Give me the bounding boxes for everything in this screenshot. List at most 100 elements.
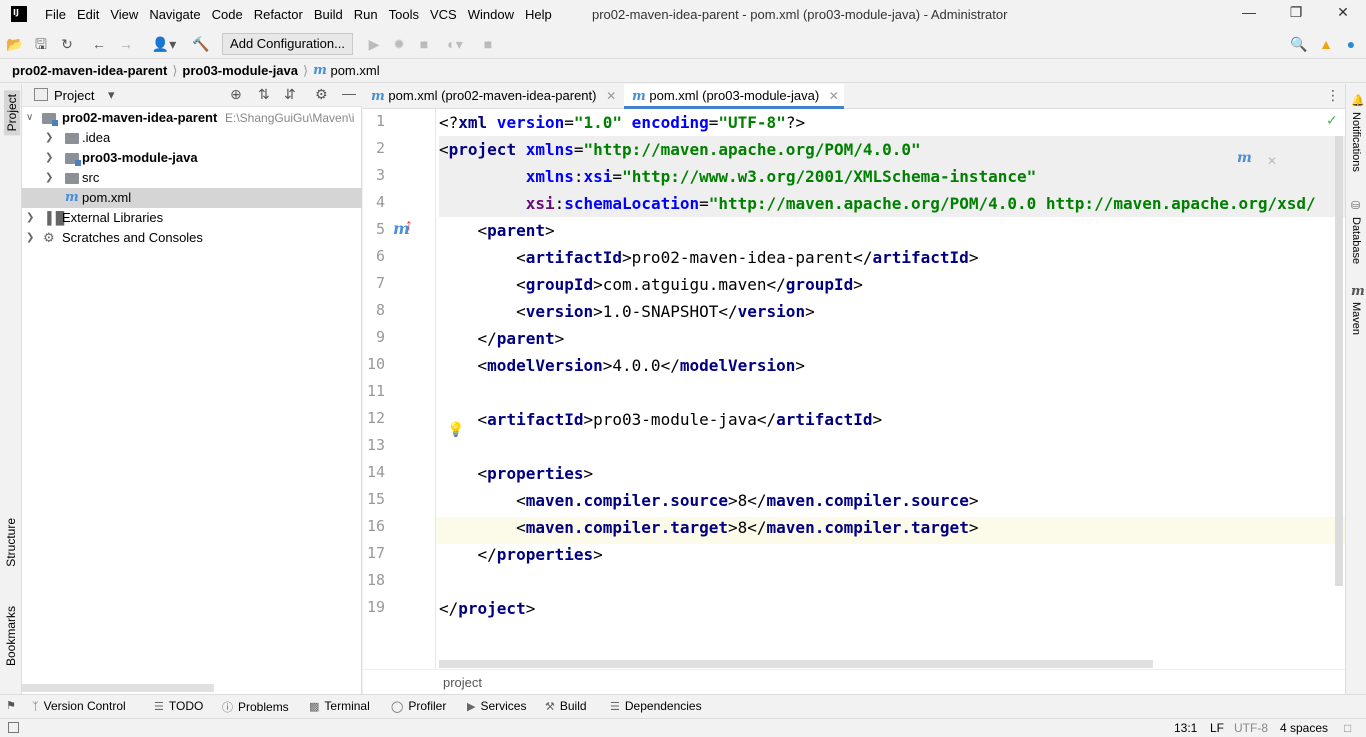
- indent-setting[interactable]: 4 spaces: [1280, 721, 1328, 735]
- maven-tool-tab[interactable]: Maven: [1350, 302, 1362, 335]
- chevron-right-icon[interactable]: ❯: [45, 148, 55, 168]
- user-menu-icon[interactable]: 👤▾: [150, 35, 178, 53]
- menu-view[interactable]: View: [110, 7, 138, 22]
- line-separator[interactable]: LF: [1210, 721, 1224, 735]
- tree-item-root[interactable]: ∨ pro02-maven-idea-parent E:\ShangGuiGu\…: [22, 108, 362, 128]
- expand-all-icon[interactable]: ⇅: [258, 86, 270, 103]
- tool-todo[interactable]: ☰ TODO: [154, 699, 203, 713]
- debug-icon[interactable]: ✹: [390, 35, 408, 53]
- tool-label: TODO: [168, 699, 204, 713]
- notifications-tool-tab[interactable]: Notifications: [1350, 112, 1362, 172]
- open-folder-icon[interactable]: 📂: [6, 35, 24, 53]
- tree-item-scratches[interactable]: ❯ ⚙ Scratches and Consoles: [22, 228, 362, 248]
- add-configuration-button[interactable]: Add Configuration...: [222, 33, 353, 55]
- tree-item-path: E:\ShangGuiGu\Maven\i: [225, 111, 355, 125]
- menu-help[interactable]: Help: [525, 7, 552, 22]
- chevron-right-icon[interactable]: ❯: [45, 128, 55, 148]
- toggle-tool-windows-icon[interactable]: [8, 722, 19, 733]
- maximize-icon[interactable]: ❐: [1285, 4, 1307, 24]
- tree-item-external-libraries[interactable]: ❯ ▐▐▌ External Libraries: [22, 208, 362, 228]
- update-icon[interactable]: ▲: [1317, 35, 1335, 53]
- chevron-right-icon[interactable]: ❯: [26, 228, 36, 248]
- chevron-right-icon[interactable]: ❯: [26, 208, 36, 228]
- menu-code[interactable]: Code: [212, 7, 243, 22]
- tool-problems[interactable]: ⓘ Problems: [222, 699, 289, 715]
- tree-item-src[interactable]: ❯ src: [22, 168, 362, 188]
- tab-parent-pom[interactable]: m pom.xml (pro02-maven-idea-parent) ✕: [363, 84, 623, 109]
- stop-icon[interactable]: ■: [479, 35, 497, 53]
- code-line: </properties>: [439, 545, 603, 564]
- arrow-up-icon[interactable]: ↑: [405, 217, 413, 235]
- horizontal-scrollbar[interactable]: [22, 684, 214, 692]
- minimize-icon[interactable]: —: [1238, 4, 1260, 24]
- menu-window[interactable]: Window: [468, 7, 514, 22]
- sync-icon[interactable]: ↻: [58, 35, 76, 53]
- close-icon[interactable]: ✕: [1332, 4, 1354, 24]
- save-icon[interactable]: 🖫: [32, 35, 50, 53]
- chevron-down-icon[interactable]: ∨: [26, 108, 36, 128]
- maven-icon[interactable]: m: [1351, 284, 1365, 299]
- locate-target-icon[interactable]: ⊕: [230, 86, 242, 103]
- vertical-scrollbar[interactable]: [1335, 136, 1343, 586]
- close-icon[interactable]: ✕: [606, 89, 616, 103]
- hide-panel-icon[interactable]: —: [342, 85, 356, 101]
- run-icon[interactable]: ▶: [365, 35, 383, 53]
- menu-build[interactable]: Build: [314, 7, 343, 22]
- profile-icon[interactable]: ◐▾: [440, 35, 470, 53]
- code-content[interactable]: <?xml version="1.0" encoding="UTF-8"?> <…: [439, 109, 1345, 669]
- jetbrains-toolbox-icon[interactable]: ●: [1342, 35, 1360, 53]
- project-tool-tab[interactable]: Project: [4, 90, 20, 136]
- check-icon[interactable]: ✓: [1326, 112, 1338, 129]
- file-encoding[interactable]: UTF-8: [1234, 721, 1268, 735]
- caret-position[interactable]: 13:1: [1174, 721, 1197, 735]
- bell-icon[interactable]: 🔔: [1351, 94, 1365, 107]
- menu-edit[interactable]: Edit: [77, 7, 99, 22]
- breadcrumb-project[interactable]: pro02-maven-idea-parent: [12, 63, 167, 78]
- breadcrumb-file[interactable]: pom.xml: [330, 63, 379, 78]
- more-options-icon[interactable]: ⋮: [1326, 87, 1340, 104]
- project-view-selector[interactable]: Project: [54, 88, 94, 103]
- structure-tool-tab[interactable]: Structure: [4, 518, 18, 567]
- footer-breadcrumb-item[interactable]: project: [443, 675, 482, 690]
- database-tool-tab[interactable]: Database: [1350, 217, 1362, 264]
- back-arrow-icon[interactable]: ←: [90, 35, 108, 53]
- tab-module-pom[interactable]: m pom.xml (pro03-module-java) ✕: [624, 84, 844, 109]
- chevron-right-icon[interactable]: ❯: [45, 168, 55, 188]
- close-icon[interactable]: ✕: [1267, 154, 1277, 168]
- chevron-down-icon[interactable]: ▾: [108, 87, 115, 103]
- database-icon[interactable]: ⛁: [1351, 199, 1360, 212]
- tool-profiler[interactable]: ◯ Profiler: [391, 699, 446, 713]
- tool-dependencies[interactable]: ☰ Dependencies: [610, 699, 702, 713]
- tree-item-pom[interactable]: m pom.xml: [22, 188, 362, 208]
- bookmark-icon[interactable]: ⚑: [6, 699, 16, 712]
- gear-icon[interactable]: ⚙: [315, 86, 328, 103]
- menu-navigate[interactable]: Navigate: [149, 7, 200, 22]
- line-number: 19: [366, 598, 385, 616]
- breadcrumb-module[interactable]: pro03-module-java: [182, 63, 298, 78]
- tree-item-idea[interactable]: ❯ .idea: [22, 128, 362, 148]
- build-hammer-icon[interactable]: 🔨: [192, 35, 210, 53]
- collapse-all-icon[interactable]: ⇵: [284, 86, 296, 103]
- search-icon[interactable]: 🔍: [1290, 35, 1308, 53]
- tool-terminal[interactable]: ▩ Terminal: [309, 699, 370, 713]
- bookmarks-tool-tab[interactable]: Bookmarks: [4, 606, 18, 666]
- lock-icon[interactable]: □: [1344, 721, 1351, 735]
- app-logo[interactable]: IJ: [11, 6, 27, 22]
- menu-tools[interactable]: Tools: [389, 7, 419, 22]
- forward-arrow-icon[interactable]: →: [117, 35, 135, 53]
- close-icon[interactable]: ✕: [829, 89, 839, 103]
- status-bar: 13:1 LF UTF-8 4 spaces □: [0, 718, 1366, 737]
- menu-run[interactable]: Run: [354, 7, 378, 22]
- coverage-icon[interactable]: ■: [415, 35, 433, 53]
- menu-refactor[interactable]: Refactor: [254, 7, 303, 22]
- tool-version-control[interactable]: ᛉ Version Control: [32, 699, 126, 713]
- tool-build[interactable]: ⚒ Build: [545, 699, 587, 713]
- menu-vcs[interactable]: VCS: [430, 7, 457, 22]
- tree-item-label: pro03-module-java: [82, 150, 198, 165]
- menu-file[interactable]: File: [45, 7, 66, 22]
- tree-item-module[interactable]: ❯ pro03-module-java: [22, 148, 362, 168]
- maven-reload-icon[interactable]: m: [1237, 150, 1252, 166]
- tool-services[interactable]: ▶ Services: [467, 699, 526, 713]
- horizontal-scrollbar[interactable]: [439, 660, 1153, 668]
- code-line: <?xml version="1.0" encoding="UTF-8"?>: [439, 113, 806, 132]
